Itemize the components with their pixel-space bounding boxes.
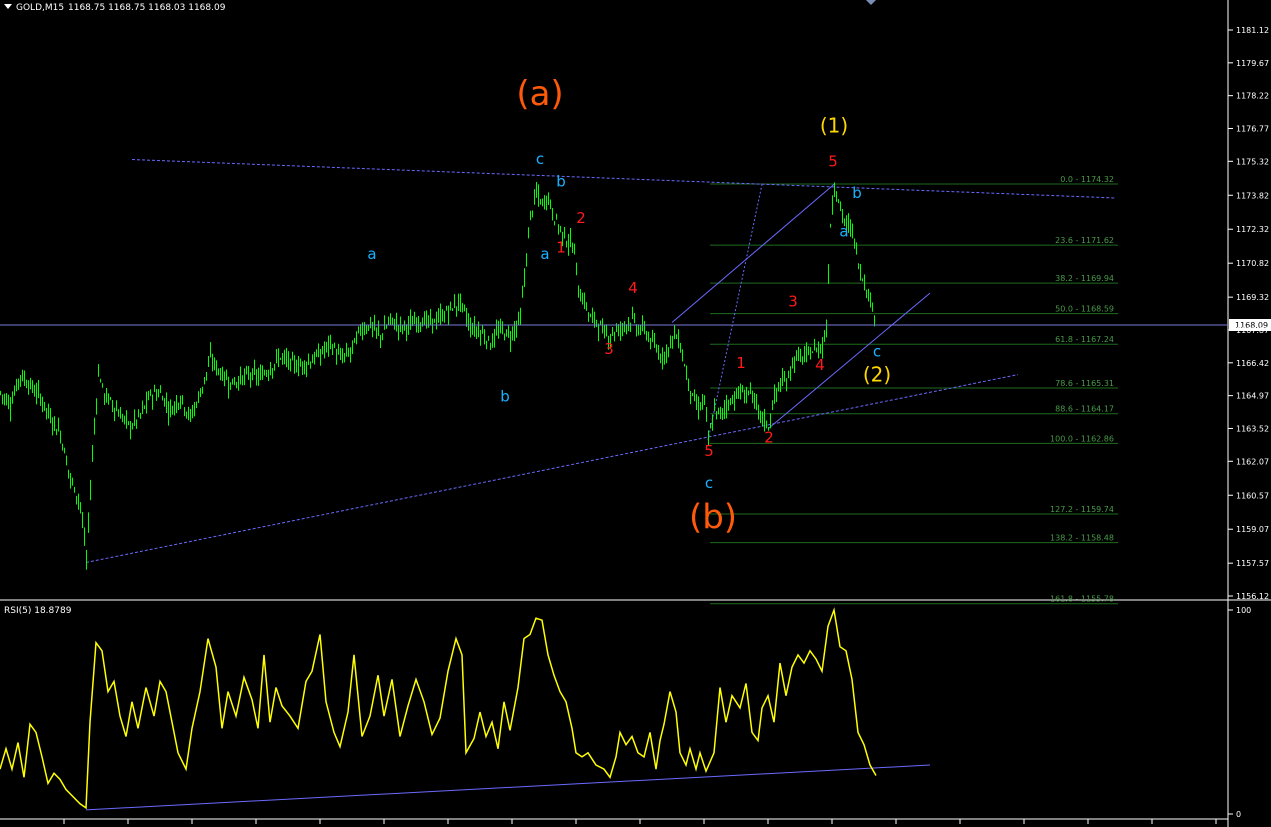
wave-label-red: 1: [736, 354, 746, 372]
fib-level-label: 38.2 - 1169.94: [1055, 274, 1114, 283]
wave-label-blue: a: [839, 222, 848, 240]
rsi-panel[interactable]: RSI(5) 18.8789 100 0: [0, 606, 1251, 819]
wave-label-red: 1: [556, 238, 566, 256]
wave-label-blue: b: [500, 388, 510, 406]
fib-level-label: 88.6 - 1164.17: [1055, 405, 1114, 414]
fib-level-label: 0.0 - 1174.32: [1060, 175, 1114, 184]
fib-level-label: 23.6 - 1171.62: [1055, 236, 1114, 245]
price-tick-label: 1179.67: [1236, 59, 1269, 68]
wave-label-red: 2: [576, 209, 586, 227]
fib-level-label: 138.2 - 1158.48: [1050, 534, 1114, 543]
price-tick-label: 1163.52: [1236, 424, 1269, 433]
wave-label-blue: c: [536, 150, 544, 168]
fib-level-label: 78.6 - 1165.31: [1055, 379, 1114, 388]
price-tick-label: 1160.57: [1236, 491, 1269, 500]
rsi-title: RSI(5) 18.8789: [4, 606, 72, 616]
wave-label-blue: c: [705, 474, 713, 492]
price-tick-label: 1169.32: [1236, 293, 1269, 302]
wave-label-yellow: (2): [863, 362, 891, 386]
rsi-line: [0, 607, 877, 810]
wave-label-red: 5: [828, 152, 838, 170]
wave-label-blue: a: [367, 245, 376, 263]
wave-label-red: 2: [764, 429, 774, 447]
fib-level-label: 50.0 - 1168.59: [1055, 305, 1114, 314]
rsi-trend-layer: [85, 764, 931, 811]
wave-label-blue: a: [540, 245, 549, 263]
price-tick-label: 1159.07: [1236, 525, 1269, 534]
symbol-label: GOLD,M15: [16, 3, 64, 13]
price-tick-label: 1178.22: [1236, 92, 1269, 101]
wave-label-blue: b: [556, 173, 566, 191]
wave-label-red: 3: [788, 293, 798, 311]
wave-label-orange: (a): [516, 74, 563, 114]
price-tick-label: 1162.07: [1236, 457, 1269, 466]
wave-label-red: 3: [604, 340, 614, 358]
price-tick-label: 1176.77: [1236, 124, 1269, 133]
wave-label-red: 5: [704, 442, 714, 460]
price-tick-label: 1181.12: [1236, 26, 1269, 35]
rsi-tick-label: 100: [1236, 606, 1251, 615]
price-tick-label: 1173.82: [1236, 191, 1269, 200]
wave-label-blue: b: [852, 184, 862, 202]
fib-level-label: 127.2 - 1159.74: [1050, 505, 1114, 514]
rsi-axis: 100 0: [1228, 606, 1251, 819]
wave-label-red: 4: [628, 279, 638, 297]
rsi-tick-label: 0: [1236, 810, 1241, 819]
price-tick-label: 1172.32: [1236, 225, 1269, 234]
price-axis: 1181.12 1179.67 1178.22 1176.77 1175.32 1173.…: [1228, 26, 1269, 601]
ohlc-label: 1168.75 1168.75 1168.03 1168.09: [68, 3, 226, 13]
time-axis: [63, 819, 1217, 824]
fib-level-label: 161.8 - 1155.78: [1050, 595, 1114, 604]
wave-label-red: 4: [815, 356, 825, 374]
wave-label-blue: c: [873, 342, 881, 360]
mt4-chart-window: GOLD,M15 1168.75 1168.75 1168.03 1168.09…: [0, 0, 1271, 827]
wave-label-orange: (b): [689, 498, 737, 538]
price-panel-bg: [0, 0, 1228, 600]
price-tick-label: 1156.12: [1236, 592, 1269, 601]
price-tick-label: 1164.97: [1236, 392, 1269, 401]
price-tick-label: 1166.42: [1236, 359, 1269, 368]
fib-level-label: 100.0 - 1162.86: [1050, 434, 1114, 443]
price-tick-label: 1157.57: [1236, 559, 1269, 568]
price-tick-label: 1170.82: [1236, 259, 1269, 268]
price-tick-label: 1167.87: [1236, 326, 1269, 335]
fib-level-label: 61.8 - 1167.24: [1055, 335, 1114, 344]
rsi-support-line: [85, 764, 931, 811]
price-tick-label: 1175.32: [1236, 157, 1269, 166]
wave-label-yellow: (1): [820, 113, 848, 137]
